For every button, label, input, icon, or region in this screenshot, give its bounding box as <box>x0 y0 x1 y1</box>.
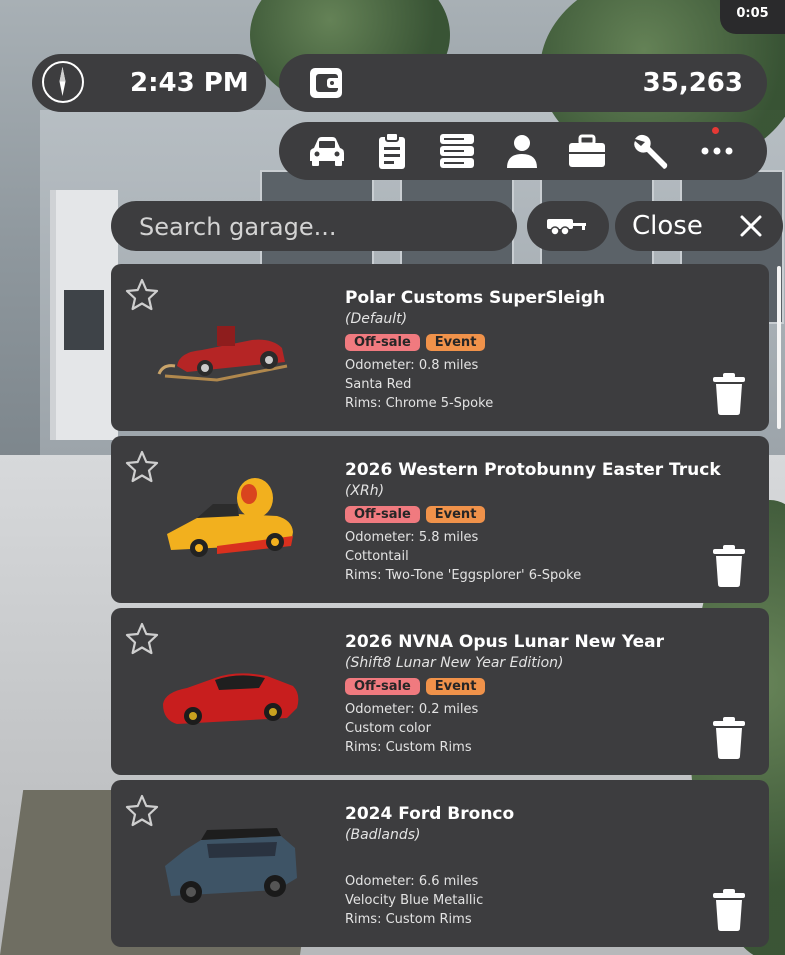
garage-door <box>50 190 118 440</box>
tow-button[interactable] <box>527 201 609 251</box>
offsale-badge: Off-sale <box>345 506 420 523</box>
session-timer: 0:05 <box>720 0 785 34</box>
menu-bar <box>279 122 767 180</box>
search-bar[interactable] <box>111 201 517 253</box>
car-variant: (Default) <box>345 311 408 327</box>
money-amount: 35,263 <box>642 68 743 98</box>
event-badge: Event <box>425 334 486 351</box>
wrench-icon <box>634 134 668 169</box>
car-odometer: Odometer: 6.6 miles <box>345 874 479 889</box>
clock-panel: 2:43 PM <box>32 54 266 112</box>
car-rims: Rims: Chrome 5-Spoke <box>345 396 494 411</box>
car-variant: (Badlands) <box>345 827 421 843</box>
car-thumbnail-opus <box>163 673 299 725</box>
offsale-badge: Off-sale <box>345 678 420 695</box>
server-icon <box>440 134 474 168</box>
car-rims: Rims: Custom Rims <box>345 912 472 927</box>
favorite-star-icon[interactable] <box>125 622 159 656</box>
event-badge: Event <box>425 506 486 523</box>
compass-icon <box>42 61 84 103</box>
car-rims: Rims: Two-Tone 'Eggsplorer' 6-Spoke <box>345 568 582 583</box>
offsale-badge: Off-sale <box>345 334 420 351</box>
delete-trash-icon[interactable] <box>712 888 746 932</box>
car-name: Polar Customs SuperSleigh <box>345 288 606 308</box>
profile-menu-button[interactable] <box>494 122 550 180</box>
server-menu-button[interactable] <box>429 122 485 180</box>
car-color: Velocity Blue Metallic <box>345 893 484 908</box>
car-thumbnail-bronco <box>165 828 297 903</box>
game-clock: 2:43 PM <box>130 68 249 98</box>
more-menu-button[interactable] <box>689 122 745 180</box>
car-card[interactable]: 2026 Western Protobunny Easter Truck (XR… <box>111 436 769 603</box>
favorite-star-icon[interactable] <box>125 278 159 312</box>
wallet-icon <box>307 64 345 106</box>
car-name: 2026 NVNA Opus Lunar New Year <box>345 632 665 652</box>
jobs-menu-button[interactable] <box>364 122 420 180</box>
money-panel: 35,263 <box>279 54 767 112</box>
car-badges: Off-sale Event <box>345 678 486 695</box>
favorite-star-icon[interactable] <box>125 450 159 484</box>
inventory-menu-button[interactable] <box>559 122 615 180</box>
favorite-star-icon[interactable] <box>125 794 159 828</box>
car-color: Santa Red <box>345 377 412 392</box>
delete-trash-icon[interactable] <box>712 716 746 760</box>
car-color: Cottontail <box>345 549 409 564</box>
car-odometer: Odometer: 0.8 miles <box>345 358 479 373</box>
car-card[interactable]: Polar Customs SuperSleigh (Default) Off-… <box>111 264 769 431</box>
car-color: Custom color <box>345 721 431 736</box>
car-list: Polar Customs SuperSleigh (Default) Off-… <box>111 264 769 952</box>
delete-trash-icon[interactable] <box>712 372 746 416</box>
trailer-key-icon <box>547 219 586 236</box>
notification-dot <box>712 127 719 134</box>
car-name: 2026 Western Protobunny Easter Truck <box>345 460 721 480</box>
clipboard-icon <box>379 132 405 169</box>
car-thumbnail-easter-truck <box>167 478 293 557</box>
settings-menu-button[interactable] <box>622 122 678 180</box>
car-thumbnail-sleigh <box>157 326 288 382</box>
close-icon <box>740 215 762 237</box>
list-scrollbar[interactable] <box>777 266 781 429</box>
close-button[interactable]: Close <box>615 201 783 251</box>
close-label: Close <box>632 211 703 241</box>
car-card[interactable]: 2026 NVNA Opus Lunar New Year (Shift8 Lu… <box>111 608 769 775</box>
car-variant: (Shift8 Lunar New Year Edition) <box>345 655 564 671</box>
garage-menu-button[interactable] <box>299 122 355 180</box>
event-badge: Event <box>425 678 486 695</box>
car-variant: (XRh) <box>345 483 385 499</box>
search-input[interactable] <box>137 201 501 253</box>
car-badges: Off-sale Event <box>345 334 486 351</box>
car-badges: Off-sale Event <box>345 506 486 523</box>
car-odometer: Odometer: 0.2 miles <box>345 702 479 717</box>
car-card[interactable]: 2024 Ford Bronco (Badlands) Odometer: 6.… <box>111 780 769 947</box>
car-rims: Rims: Custom Rims <box>345 740 472 755</box>
car-odometer: Odometer: 5.8 miles <box>345 530 479 545</box>
delete-trash-icon[interactable] <box>712 544 746 588</box>
user-icon <box>507 135 537 168</box>
car-name: 2024 Ford Bronco <box>345 804 515 824</box>
briefcase-icon <box>569 134 605 167</box>
car-icon <box>310 137 344 166</box>
more-icon <box>701 147 733 155</box>
